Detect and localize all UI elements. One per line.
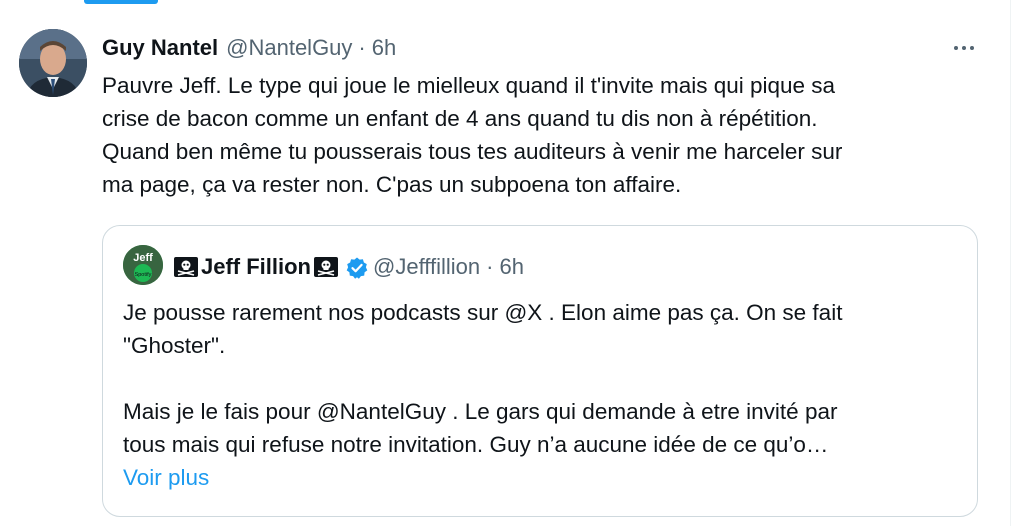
quote-author-name[interactable]: Jeff Fillion <box>201 254 311 280</box>
quote-avatar-label-top: Jeff <box>133 252 153 264</box>
avatar[interactable] <box>19 29 87 97</box>
tweet-text-line: ma page, ça va rester non. C'pas un subp… <box>102 172 682 197</box>
quote-text-line: Mais je le fais pour @NantelGuy . Le gar… <box>123 399 838 424</box>
tab-indicator <box>84 0 158 4</box>
tweet-header: Guy Nantel @NantelGuy · 6h <box>102 33 396 63</box>
separator-dot: · <box>358 35 366 60</box>
quoted-tweet[interactable]: Jeff Spotify Jeff Fillion @Jefffillion ·… <box>102 225 978 517</box>
separator-dot: · <box>486 254 494 279</box>
skull-crossbones-icon <box>313 256 339 278</box>
quote-text: Je pousse rarement nos podcasts sur @X .… <box>123 296 963 494</box>
tweet-text-line: Quand ben même tu pousserais tous tes au… <box>102 139 843 164</box>
tweet[interactable]: Guy Nantel @NantelGuy · 6h Pauvre Jeff. … <box>0 7 1010 526</box>
avatar-photo <box>19 29 87 97</box>
tweet-text: Pauvre Jeff. Le type qui joue le mielleu… <box>102 69 982 201</box>
tweet-text-line: crise de bacon comme un enfant de 4 ans … <box>102 106 818 131</box>
tweet-text-line: Pauvre Jeff. Le type qui joue le mielleu… <box>102 73 836 98</box>
skull-crossbones-icon <box>173 256 199 278</box>
verified-badge-icon <box>345 256 368 279</box>
show-more-link[interactable]: Voir plus <box>123 461 963 494</box>
quote-text-line <box>123 362 963 395</box>
timestamp[interactable]: 6h <box>372 35 396 61</box>
spotify-logo-icon: Jeff Spotify <box>123 245 163 285</box>
quote-text-line: tous mais qui refuse notre invitation. G… <box>123 432 829 457</box>
ellipsis-icon[interactable] <box>948 38 980 58</box>
quote-avatar[interactable]: Jeff Spotify <box>123 245 163 285</box>
quote-timestamp[interactable]: 6h <box>499 254 523 280</box>
quote-header: Jeff Fillion @Jefffillion · 6h <box>173 252 524 282</box>
quote-avatar-label-bottom: Spotify <box>135 272 152 278</box>
quote-text-line: "Ghoster". <box>123 333 226 358</box>
quote-author-handle[interactable]: @Jefffillion <box>373 254 480 280</box>
author-name[interactable]: Guy Nantel <box>102 35 218 61</box>
author-handle[interactable]: @NantelGuy <box>226 35 352 61</box>
column-border <box>1010 0 1018 526</box>
top-bar <box>0 0 1018 7</box>
quote-text-line: Je pousse rarement nos podcasts sur @X .… <box>123 300 843 325</box>
